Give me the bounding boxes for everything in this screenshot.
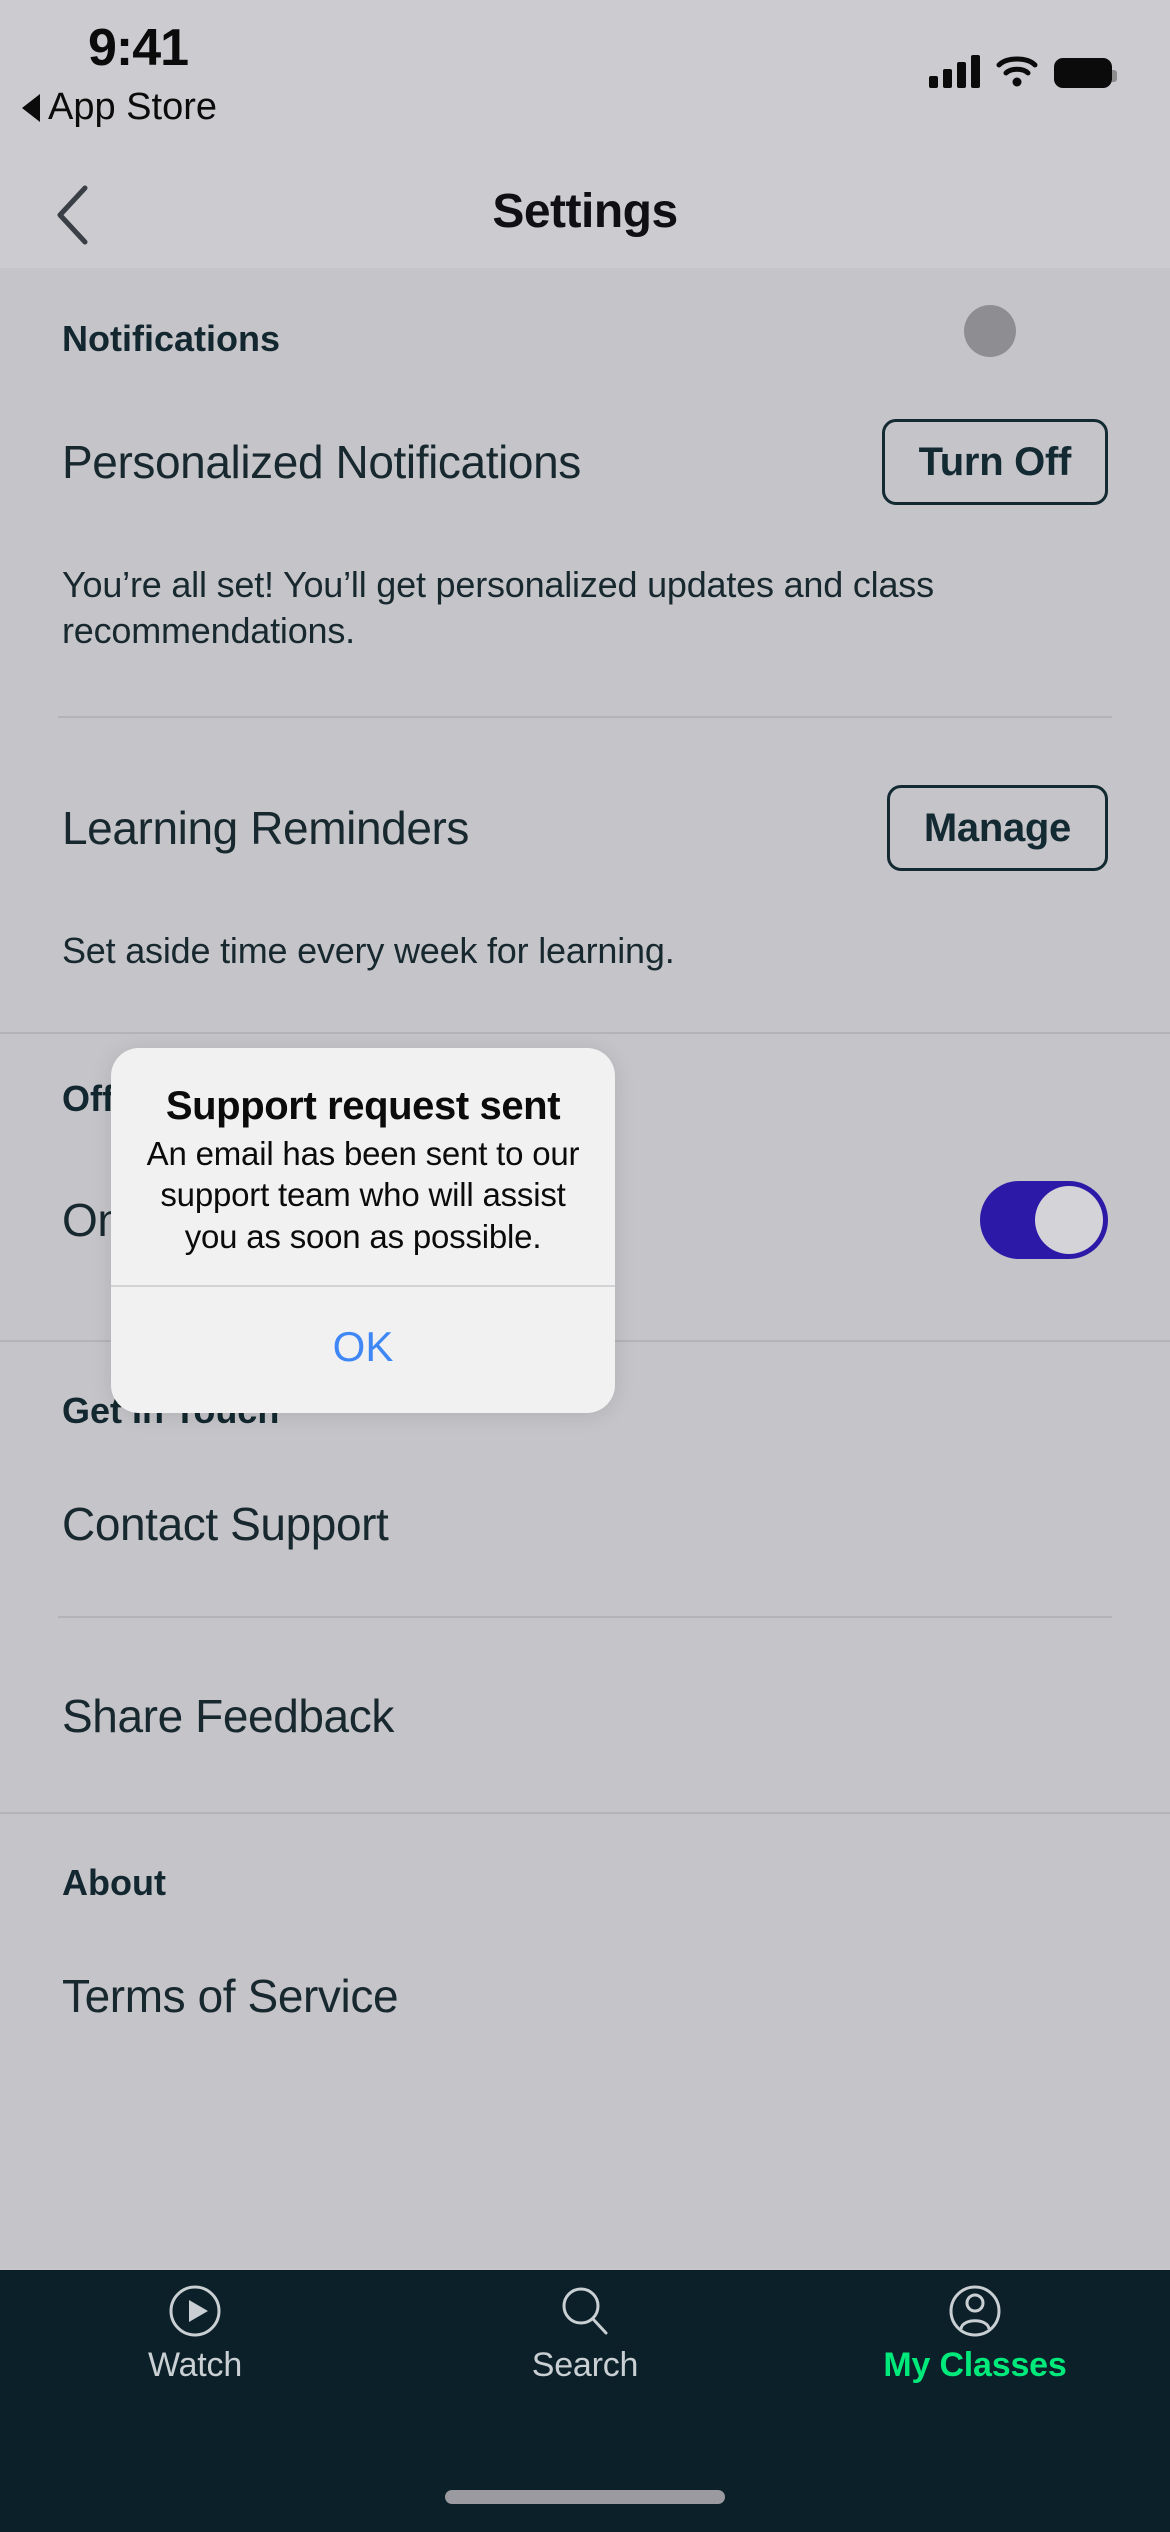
tab-search-label: Search [531, 2346, 639, 2384]
section-header-about: About [62, 1862, 166, 1904]
contact-support-label: Contact Support [62, 1498, 389, 1551]
status-bar-back-to-app-store[interactable]: App Store [22, 86, 217, 129]
alert-message: An email has been sent to our support te… [146, 1135, 580, 1255]
status-time: 9:41 [88, 19, 189, 77]
tab-watch[interactable]: Watch [0, 2270, 390, 2400]
tab-bar-safe-area [0, 2400, 1170, 2532]
turn-off-button[interactable]: Turn Off [881, 419, 1108, 505]
home-indicator[interactable] [445, 2490, 725, 2504]
divider-notifications [58, 716, 1112, 719]
divider-get-in-touch [58, 1616, 1112, 1619]
learning-reminders-label: Learning Reminders [62, 802, 470, 855]
alert-ok-button[interactable]: OK [111, 1287, 615, 1413]
tab-my-classes[interactable]: My Classes [780, 2270, 1170, 2400]
manage-button[interactable]: Manage [886, 785, 1108, 872]
alert-title: Support request sent [165, 1084, 561, 1128]
triangle-left-icon [22, 93, 40, 122]
play-circle-icon [168, 2284, 222, 2338]
row-personalized-notifications[interactable]: Personalized Notifications Turn Off [0, 402, 1170, 522]
status-bar-indicators [929, 40, 1117, 88]
row-terms-of-service[interactable]: Terms of Service [0, 1948, 1170, 2044]
row-share-feedback[interactable]: Share Feedback [0, 1668, 1170, 1764]
cellular-signal-icon [929, 54, 980, 88]
alert-dialog: Support request sent An email has been s… [111, 1048, 615, 1413]
tab-search[interactable]: Search [390, 2270, 780, 2400]
offline-wifi-only-toggle[interactable] [980, 1181, 1108, 1260]
tab-watch-label: Watch [147, 2346, 243, 2384]
tab-bar[interactable]: Watch Search My Classes [0, 2270, 1170, 2400]
toggle-knob [1035, 1186, 1103, 1255]
person-circle-icon [948, 2284, 1002, 2338]
battery-full-icon [1054, 58, 1117, 88]
personalized-notifications-label: Personalized Notifications [62, 436, 581, 488]
share-feedback-label: Share Feedback [62, 1690, 394, 1743]
status-bar: 9:41 App Store [0, 0, 1170, 160]
search-icon [558, 2284, 612, 2338]
learning-reminders-description: Set aside time every week for learning. [62, 930, 675, 972]
alert-body: Support request sent An email has been s… [111, 1048, 615, 1285]
terms-of-service-label: Terms of Service [62, 1970, 399, 2023]
wifi-icon [996, 54, 1038, 88]
status-bar-back-label: App Store [48, 86, 217, 128]
page-title: Settings [492, 185, 678, 238]
personalized-notifications-description: You’re all set! You’ll get personalized … [62, 564, 934, 652]
phone-screen: Notifications Personalized Notifications… [0, 0, 1170, 2532]
row-learning-reminders[interactable]: Learning Reminders Manage [0, 768, 1170, 888]
tab-my-classes-label: My Classes [883, 2346, 1067, 2384]
touch-cursor [964, 305, 1016, 357]
row-contact-support[interactable]: Contact Support [0, 1476, 1170, 1572]
navigation-bar: Settings [0, 160, 1170, 268]
